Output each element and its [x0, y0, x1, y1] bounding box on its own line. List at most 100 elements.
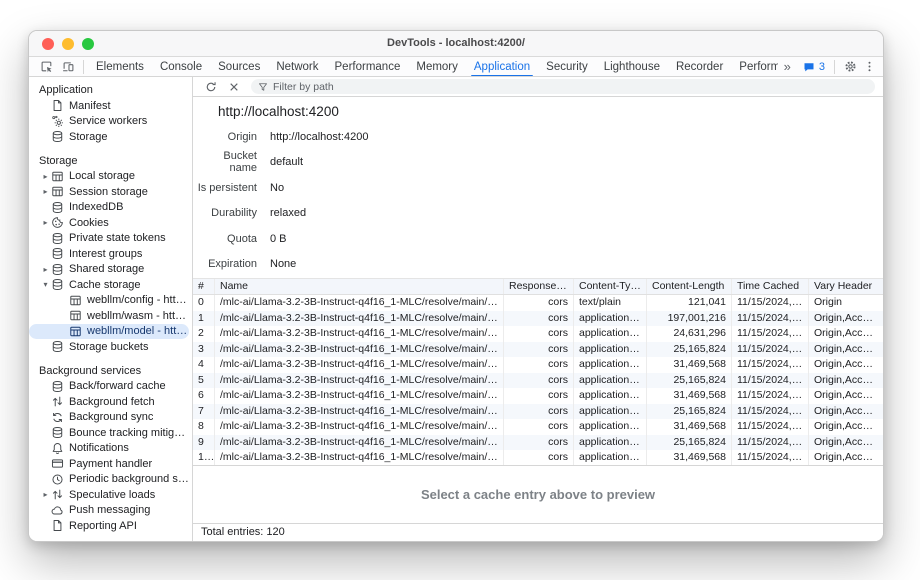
minimize-window-button[interactable] — [62, 38, 74, 50]
close-window-button[interactable] — [42, 38, 54, 50]
more-tabs-button[interactable]: » — [778, 59, 797, 74]
chevron-right-icon[interactable]: ▸ — [40, 187, 51, 196]
table-row[interactable]: 2/mlc-ai/Llama-3.2-3B-Instruct-q4f16_1-M… — [193, 326, 883, 342]
tab-label: Console — [160, 61, 202, 73]
table-row[interactable]: 1/mlc-ai/Llama-3.2-3B-Instruct-q4f16_1-M… — [193, 311, 883, 327]
table-icon — [51, 170, 64, 183]
chevron-right-icon[interactable]: ▸ — [40, 490, 51, 499]
tab-application[interactable]: Application — [466, 57, 538, 77]
sidebar-item-cookies[interactable]: ▸Cookies — [29, 215, 189, 231]
table-row[interactable]: 4/mlc-ai/Llama-3.2-3B-Instruct-q4f16_1-M… — [193, 357, 883, 373]
sidebar-item-bounce-tracking-mitigations[interactable]: Bounce tracking mitigations — [29, 425, 189, 441]
sidebar-item-webllm-model-http-loc[interactable]: webllm/model - http://loc… — [29, 324, 189, 340]
messages-badge[interactable]: 3 — [797, 58, 830, 76]
sidebar-item-periodic-background-sync[interactable]: Periodic background sync — [29, 472, 189, 488]
column-header--[interactable]: # — [193, 279, 215, 294]
tab-sources[interactable]: Sources — [210, 57, 268, 77]
detail-row: Quota0 B — [193, 226, 883, 252]
filter-field[interactable] — [251, 79, 875, 94]
chevron-right-icon[interactable]: ▸ — [40, 265, 51, 274]
table-row[interactable]: 5/mlc-ai/Llama-3.2-3B-Instruct-q4f16_1-M… — [193, 373, 883, 389]
sidebar-item-storage-buckets[interactable]: Storage buckets — [29, 339, 189, 355]
tab-security[interactable]: Security — [538, 57, 596, 77]
sidebar-item-indexeddb[interactable]: IndexedDB — [29, 200, 189, 216]
table-cell: 5 — [193, 373, 215, 389]
table-row[interactable]: 3/mlc-ai/Llama-3.2-3B-Instruct-q4f16_1-M… — [193, 342, 883, 358]
table-row[interactable]: 0/mlc-ai/Llama-3.2-3B-Instruct-q4f16_1-M… — [193, 295, 883, 311]
sidebar-item-cache-storage[interactable]: ▾Cache storage — [29, 277, 189, 293]
sidebar-item-service-workers[interactable]: Service workers — [29, 114, 189, 130]
sidebar-item-label: IndexedDB — [69, 201, 123, 213]
sidebar-item-session-storage[interactable]: ▸ Session storage — [29, 184, 189, 200]
table-cell: 197,001,216 — [647, 311, 732, 327]
gear-icon[interactable] — [839, 58, 861, 76]
database-icon — [51, 201, 64, 214]
table-cell: text/plain — [574, 295, 647, 311]
chevron-right-icon[interactable]: ▸ — [40, 172, 51, 181]
table-cell: 11/15/2024, 10… — [732, 373, 809, 389]
sidebar-item-notifications[interactable]: Notifications — [29, 441, 189, 457]
tab-label: Application — [474, 61, 530, 73]
sidebar-item-speculative-loads[interactable]: ▸Speculative loads — [29, 487, 189, 503]
sidebar-item-label: Session storage — [69, 186, 148, 198]
sidebar-item-label: Private state tokens — [69, 232, 166, 244]
sidebar-item-payment-handler[interactable]: Payment handler — [29, 456, 189, 472]
sidebar-item-private-state-tokens[interactable]: Private state tokens — [29, 231, 189, 247]
sidebar-item-reporting-api[interactable]: Reporting API — [29, 518, 189, 534]
table-cell: application/oc… — [574, 342, 647, 358]
tab-network[interactable]: Network — [268, 57, 326, 77]
sidebar-item-storage[interactable]: Storage — [29, 129, 189, 145]
sidebar-item-background-fetch[interactable]: Background fetch — [29, 394, 189, 410]
sidebar-item-shared-storage[interactable]: ▸Shared storage — [29, 262, 189, 278]
table-row[interactable]: 7/mlc-ai/Llama-3.2-3B-Instruct-q4f16_1-M… — [193, 404, 883, 420]
sidebar-item-local-storage[interactable]: ▸Local storage — [29, 169, 189, 185]
table-row[interactable]: 8/mlc-ai/Llama-3.2-3B-Instruct-q4f16_1-M… — [193, 419, 883, 435]
preview-pane: Select a cache entry above to preview — [193, 465, 883, 523]
sidebar-item-label: Back/forward cache — [69, 380, 166, 392]
sidebar-item-manifest[interactable]: Manifest — [29, 98, 189, 114]
table-row[interactable]: 6/mlc-ai/Llama-3.2-3B-Instruct-q4f16_1-M… — [193, 388, 883, 404]
sidebar-item-back-forward-cache[interactable]: Back/forward cache — [29, 379, 189, 395]
detail-label: Durability — [193, 207, 257, 219]
inspect-icon[interactable] — [35, 58, 57, 76]
table-cell: /mlc-ai/Llama-3.2-3B-Instruct-q4f16_1-ML… — [215, 435, 504, 451]
column-header-content-type[interactable]: Content-Type — [574, 279, 647, 294]
tab-lighthouse[interactable]: Lighthouse — [596, 57, 668, 77]
close-icon[interactable] — [226, 79, 242, 95]
chevron-right-icon[interactable]: ▸ — [40, 218, 51, 227]
sidebar-item-push-messaging[interactable]: Push messaging — [29, 503, 189, 519]
sidebar-item-interest-groups[interactable]: Interest groups — [29, 246, 189, 262]
column-header-response-type[interactable]: Response-Type — [504, 279, 574, 294]
sidebar-item-webllm-wasm-http-loca[interactable]: webllm/wasm - http://loca… — [29, 308, 189, 324]
table-row[interactable]: 9/mlc-ai/Llama-3.2-3B-Instruct-q4f16_1-M… — [193, 435, 883, 451]
device-toolbar-icon[interactable] — [57, 58, 79, 76]
column-header-name[interactable]: Name — [215, 279, 504, 294]
filter-input[interactable] — [273, 81, 868, 93]
tab-label: Performance — [335, 61, 401, 73]
kebab-menu-icon[interactable] — [861, 58, 877, 76]
cookie-icon — [51, 216, 64, 229]
column-header-vary-header[interactable]: Vary Header — [809, 279, 883, 294]
tab-elements[interactable]: Elements — [88, 57, 152, 77]
tab-label: Elements — [96, 61, 144, 73]
chevron-down-icon[interactable]: ▾ — [40, 280, 51, 289]
table-cell: application/oc… — [574, 357, 647, 373]
zoom-window-button[interactable] — [82, 38, 94, 50]
column-header-content-length[interactable]: Content-Length — [647, 279, 732, 294]
table-row[interactable]: 10/mlc-ai/Llama-3.2-3B-Instruct-q4f16_1-… — [193, 450, 883, 465]
tab-memory[interactable]: Memory — [408, 57, 466, 77]
window-titlebar[interactable]: DevTools - localhost:4200/ — [29, 31, 883, 57]
tab-label: Sources — [218, 61, 260, 73]
document-icon — [51, 99, 64, 112]
table-cell: cors — [504, 311, 574, 327]
tab-performance[interactable]: Performance — [327, 57, 409, 77]
table-cell: Origin,Access… — [809, 404, 883, 420]
sidebar-item-webllm-config-http-loc[interactable]: webllm/config - http://loc… — [29, 293, 189, 309]
sidebar-item-background-sync[interactable]: Background sync — [29, 410, 189, 426]
refresh-icon[interactable] — [203, 79, 219, 95]
tab-recorder[interactable]: Recorder — [668, 57, 731, 77]
detail-label: Is persistent — [193, 182, 257, 194]
column-header-time-cached[interactable]: Time Cached — [732, 279, 809, 294]
tab-performance-insights[interactable]: Performance insights — [731, 57, 777, 77]
tab-console[interactable]: Console — [152, 57, 210, 77]
